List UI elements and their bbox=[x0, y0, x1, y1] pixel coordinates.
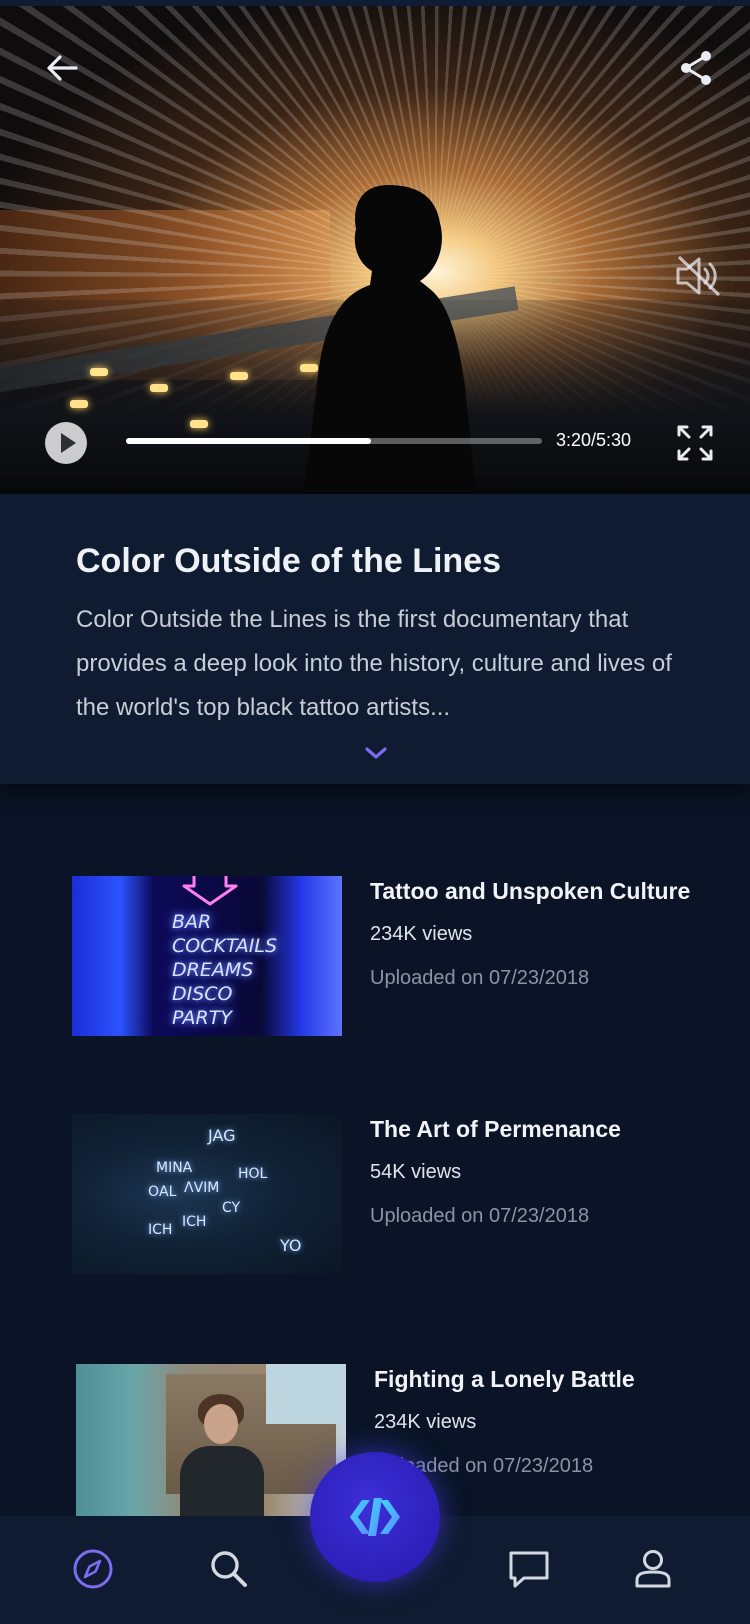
item-title[interactable]: The Art of Permenance bbox=[370, 1116, 621, 1143]
app-logo-icon bbox=[350, 1498, 400, 1536]
item-views: 234K views bbox=[374, 1411, 477, 1433]
item-date: Uploaded on 07/23/2018 bbox=[370, 967, 590, 989]
video-thumbnail[interactable] bbox=[76, 1364, 346, 1516]
status-bar-strip bbox=[0, 0, 750, 6]
video-thumbnail[interactable]: JAG MINA ΛVIM ΟAL CY ICH ICH YO HOL bbox=[72, 1114, 342, 1274]
item-views: 54K views bbox=[370, 1161, 462, 1183]
mute-icon[interactable] bbox=[674, 254, 724, 298]
profile-icon[interactable] bbox=[628, 1544, 678, 1594]
person-silhouette bbox=[304, 185, 476, 494]
video-description: Color Outside the Lines is the first doc… bbox=[76, 606, 672, 721]
item-title[interactable]: Fighting a Lonely Battle bbox=[374, 1366, 635, 1393]
back-arrow-icon[interactable] bbox=[42, 48, 82, 88]
chevron-down-icon[interactable] bbox=[362, 744, 390, 762]
search-icon[interactable] bbox=[204, 1544, 254, 1594]
list-item[interactable]: JAG MINA ΛVIM ΟAL CY ICH ICH YO HOL The … bbox=[0, 1114, 750, 1284]
video-title: Color Outside of the Lines bbox=[76, 542, 502, 580]
list-item[interactable]: BAR COCKTAILS DREAMS DISCO PARTY Tattoo … bbox=[0, 876, 750, 1046]
time-readout: 3:20/5:30 bbox=[556, 430, 632, 450]
fullscreen-icon[interactable] bbox=[676, 424, 714, 462]
progress-bar[interactable] bbox=[126, 438, 542, 444]
item-views: 234K views bbox=[370, 923, 473, 945]
video-thumbnail[interactable]: BAR COCKTAILS DREAMS DISCO PARTY bbox=[72, 876, 342, 1036]
neon-sign-text: BAR COCKTAILS DREAMS DISCO PARTY bbox=[172, 911, 278, 1029]
progress-fill bbox=[126, 438, 372, 444]
share-icon[interactable] bbox=[676, 48, 716, 88]
chat-icon[interactable] bbox=[504, 1544, 554, 1594]
video-info-card: Color Outside of the Lines Color Outside… bbox=[0, 494, 750, 784]
app-logo-button[interactable] bbox=[310, 1452, 440, 1582]
compass-icon[interactable] bbox=[68, 1544, 118, 1594]
play-icon[interactable] bbox=[44, 421, 88, 465]
video-player[interactable]: 3:20/5:30 bbox=[0, 0, 750, 494]
item-date: Uploaded on 07/23/2018 bbox=[370, 1205, 590, 1227]
item-title[interactable]: Tattoo and Unspoken Culture bbox=[370, 878, 690, 905]
neon-arrow-icon bbox=[182, 876, 238, 906]
